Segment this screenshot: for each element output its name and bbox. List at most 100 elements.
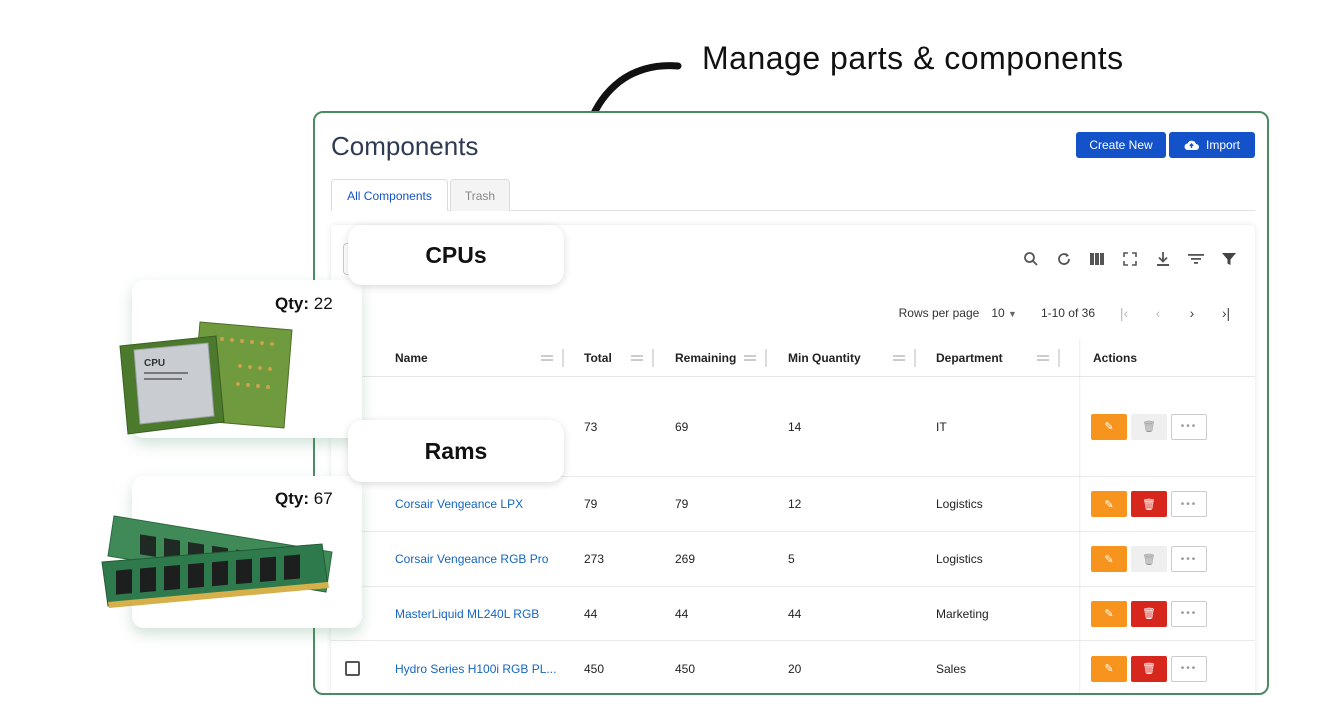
first-page-icon[interactable]: |‹	[1107, 305, 1141, 321]
fullscreen-icon[interactable]	[1120, 249, 1140, 269]
more-icon: •••	[1180, 663, 1198, 674]
row-total: 273	[584, 552, 605, 566]
trash-icon: 🗑	[1142, 498, 1156, 511]
delete-button[interactable]: 🗑	[1131, 413, 1167, 440]
tab-trash[interactable]: Trash	[450, 179, 510, 211]
drag-handle-icon[interactable]	[893, 355, 905, 361]
more-actions-button[interactable]: •••	[1171, 546, 1207, 572]
pencil-icon: ✎	[1104, 498, 1114, 511]
more-actions-button[interactable]: •••	[1171, 655, 1207, 682]
header-remaining[interactable]: Remaining	[675, 339, 736, 377]
row-remaining: 79	[675, 497, 689, 511]
drag-handle-icon[interactable]	[631, 355, 643, 361]
more-icon: •••	[1180, 553, 1198, 565]
edit-button[interactable]: ✎	[1091, 546, 1127, 572]
drag-handle-icon[interactable]	[744, 355, 756, 361]
header-department[interactable]: Department	[936, 339, 1003, 377]
header-total[interactable]: Total	[584, 339, 612, 377]
more-icon: •••	[1180, 498, 1198, 510]
last-page-icon[interactable]: ›|	[1209, 305, 1243, 321]
rows-per-page-value: 10	[991, 306, 1005, 320]
rams-bubble: Rams	[348, 420, 564, 482]
headline: Manage parts & components	[702, 40, 1124, 76]
import-button[interactable]: Import	[1169, 132, 1255, 158]
caret-down-icon: ▼	[1008, 309, 1017, 319]
row-total: 73	[584, 419, 598, 434]
pagination: Rows per page 10 ▼ 1-10 of 36 |‹ ‹ › ›|	[899, 305, 1243, 321]
row-department: Logistics	[936, 552, 983, 566]
more-actions-button[interactable]: •••	[1171, 413, 1207, 440]
refresh-icon[interactable]	[1054, 249, 1074, 269]
edit-button[interactable]: ✎	[1091, 600, 1127, 627]
row-remaining: 269	[675, 552, 696, 566]
cpu-qty-label: Qty:	[275, 294, 309, 313]
next-page-icon[interactable]: ›	[1175, 305, 1209, 321]
cpus-bubble: CPUs	[348, 225, 564, 285]
edit-button[interactable]: ✎	[1091, 491, 1127, 517]
more-actions-button[interactable]: •••	[1171, 491, 1207, 517]
header-min-quantity[interactable]: Min Quantity	[788, 339, 861, 377]
row-name[interactable]: Corsair Vengeance RGB Pro	[395, 532, 548, 586]
table-header: Name Total Remaining Min Quantity Depart…	[331, 339, 1255, 377]
tab-all-components[interactable]: All Components	[331, 179, 448, 211]
density-icon[interactable]	[1186, 249, 1206, 269]
row-select-cell	[345, 641, 360, 693]
row-min-quantity: 20	[788, 661, 802, 676]
edit-button[interactable]: ✎	[1091, 655, 1127, 682]
row-remaining: 69	[675, 419, 689, 434]
svg-text:CPU: CPU	[144, 358, 165, 369]
row-min-quantity: 14	[788, 419, 802, 434]
row-checkbox[interactable]	[345, 661, 360, 676]
more-actions-button[interactable]: •••	[1171, 600, 1207, 627]
row-total: 79	[584, 497, 598, 511]
drag-handle-icon[interactable]	[1037, 355, 1049, 361]
row-department: IT	[936, 419, 947, 434]
page-range: 1-10 of 36	[1040, 306, 1095, 320]
row-min-quantity: 44	[788, 606, 802, 621]
row-name[interactable]: Hydro Series H100i RGB PL...	[395, 641, 556, 693]
pencil-icon: ✎	[1104, 608, 1114, 620]
rows-per-page-select[interactable]: 10 ▼	[991, 306, 1017, 320]
drag-handle-icon[interactable]	[541, 355, 553, 361]
row-department: Logistics	[936, 497, 983, 511]
row-name[interactable]: Corsair Vengeance LPX	[395, 477, 523, 531]
import-label: Import	[1205, 138, 1240, 152]
create-new-button[interactable]: Create New	[1076, 132, 1166, 158]
cpu-qty-value: 22	[313, 294, 333, 313]
table-row[interactable]: Corsair Vengeance RGB Pro 273 269 5 Logi…	[331, 532, 1255, 587]
row-min-quantity: 5	[788, 552, 795, 566]
app-window: Components Create New Import All Compone…	[313, 111, 1269, 695]
columns-icon[interactable]	[1087, 249, 1107, 269]
tab-bar: All Components Trash	[331, 179, 1255, 211]
previous-page-icon[interactable]: ‹	[1141, 305, 1175, 321]
cloud-upload-icon	[1184, 140, 1199, 151]
cpu-chip-image: CPU	[119, 321, 293, 435]
row-department: Marketing	[936, 606, 989, 621]
trash-icon: 🗑	[1142, 608, 1156, 620]
row-min-quantity: 12	[788, 497, 802, 511]
pencil-icon: ✎	[1104, 421, 1114, 433]
trash-icon: 🗑	[1142, 663, 1156, 675]
more-icon: •••	[1180, 421, 1198, 432]
delete-button[interactable]: 🗑	[1131, 600, 1167, 627]
delete-button[interactable]: 🗑	[1131, 491, 1167, 517]
search-icon[interactable]	[1021, 249, 1041, 269]
header-name[interactable]: Name	[395, 339, 428, 377]
row-name[interactable]: MasterLiquid ML240L RGB	[395, 587, 539, 640]
rows-per-page-label: Rows per page	[898, 306, 980, 320]
edit-button[interactable]: ✎	[1091, 413, 1127, 440]
row-remaining: 450	[675, 661, 696, 676]
delete-button[interactable]: 🗑	[1131, 546, 1167, 572]
create-new-label: Create New	[1089, 138, 1153, 152]
delete-button[interactable]: 🗑	[1131, 655, 1167, 682]
row-total: 450	[584, 661, 605, 676]
trash-icon: 🗑	[1142, 421, 1156, 433]
table-row[interactable]: Hydro Series H100i RGB PL... 450 450 20 …	[331, 641, 1255, 693]
filter-icon[interactable]	[1219, 249, 1239, 269]
more-icon: •••	[1180, 608, 1198, 619]
table-row[interactable]: Corsair Vengeance LPX 79 79 12 Logistics…	[331, 477, 1255, 532]
table-row[interactable]: MasterLiquid ML240L RGB 44 44 44 Marketi…	[331, 587, 1255, 641]
trash-icon: 🗑	[1142, 553, 1156, 566]
download-icon[interactable]	[1153, 249, 1173, 269]
row-department: Sales	[936, 661, 967, 676]
